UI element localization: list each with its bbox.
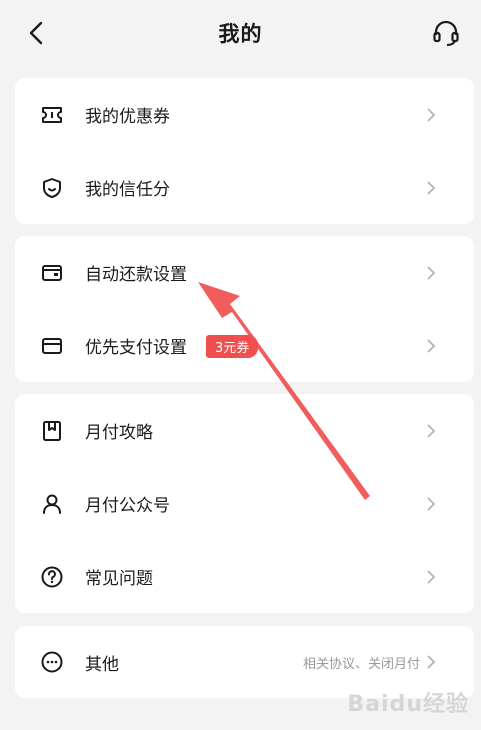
menu-item-label: 自动还款设置 [85,265,187,285]
help-icon [41,566,63,587]
person-icon [43,494,61,514]
shield-icon [43,177,61,198]
back-arrow-icon[interactable] [22,18,52,48]
header: 我的 [0,0,481,66]
coupon-icon [42,106,62,123]
card-payment: 自动还款设置 优先支付设置 3元券 [15,236,474,382]
menu-item-auto-repay[interactable]: 自动还款设置 [15,236,474,309]
menu-item-guide[interactable]: 月付攻略 [15,394,474,467]
chevron-right-icon [427,265,436,280]
menu-item-official-account[interactable]: 月付公众号 [15,467,474,540]
chevron-right-icon [427,496,436,511]
chevron-right-icon [427,655,436,669]
watermark: Baidu经验 [347,692,469,717]
card-icon [42,337,62,354]
more-icon [41,651,63,673]
bookmark-icon [43,420,61,441]
menu-item-label: 我的信任分 [85,180,170,200]
menu-item-label: 月付攻略 [85,423,153,443]
menu-item-label: 其他 [85,654,119,675]
chevron-right-icon [427,180,436,195]
page-title: 我的 [218,22,263,46]
menu-item-label: 常见问题 [85,569,153,589]
menu-item-label: 我的优惠券 [85,107,170,127]
headset-icon[interactable] [431,18,461,48]
menu-item-subtext: 相关协议、关闭月付 [302,656,420,672]
card-help: 月付攻略 月付公众号 常见问题 [15,394,474,613]
wallet-icon [42,264,62,281]
chevron-right-icon [427,569,436,584]
menu-item-coupons[interactable]: 我的优惠券 [15,78,474,151]
menu-item-priority-payment[interactable]: 优先支付设置 3元券 [15,309,474,382]
chevron-right-icon [427,338,436,353]
menu-item-trust-score[interactable]: 我的信任分 [15,151,474,224]
menu-item-label: 优先支付设置 [85,338,187,358]
coupon-badge: 3元券 [206,335,259,358]
menu-item-label: 月付公众号 [85,496,170,516]
card-account: 我的优惠券 我的信任分 [15,78,474,224]
chevron-right-icon [427,107,436,122]
chevron-right-icon [427,423,436,438]
menu-item-faq[interactable]: 常见问题 [15,540,474,613]
